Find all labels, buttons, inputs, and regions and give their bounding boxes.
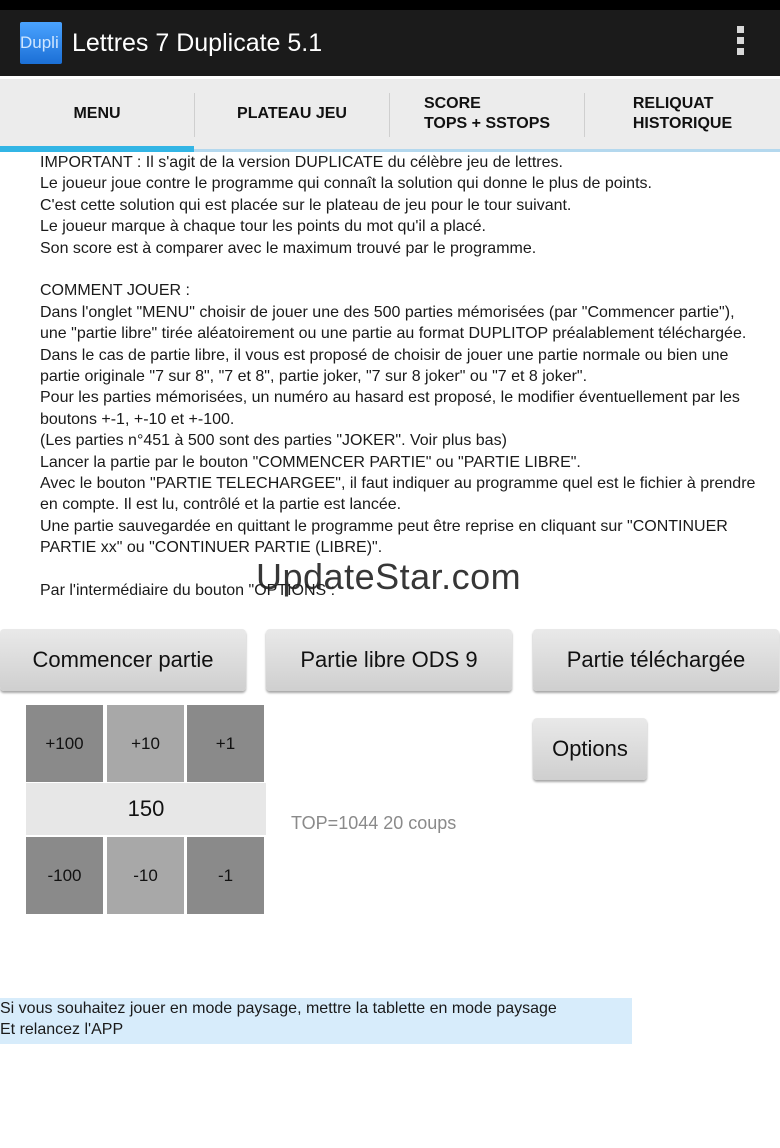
free-game-button[interactable]: Partie libre ODS 9 — [266, 629, 512, 691]
plus-10-button[interactable]: +10 — [107, 705, 184, 782]
app-icon: Dupli — [20, 22, 62, 64]
tab-reliquat[interactable]: RELIQUAT HISTORIQUE — [585, 79, 780, 149]
paragraph: C'est cette solution qui est placée sur … — [40, 196, 572, 214]
paragraph: IMPORTANT : Il s'agit de la version DUPL… — [40, 154, 563, 171]
action-bar: Dupli Lettres 7 Duplicate 5.1 — [0, 10, 780, 76]
minus-100-button[interactable]: -100 — [26, 837, 103, 914]
tab-menu[interactable]: MENU — [0, 79, 194, 152]
status-bar — [0, 0, 780, 10]
instructions-text[interactable]: IMPORTANT : Il s'agit de la version DUPL… — [40, 152, 765, 614]
paragraph: Le joueur marque à chaque tour les point… — [40, 218, 486, 236]
overflow-menu-icon[interactable] — [734, 26, 746, 60]
paragraph: Le joueur joue contre le programme qui c… — [40, 175, 652, 193]
game-number-display: 150 — [26, 783, 266, 835]
downloaded-game-button[interactable]: Partie téléchargée — [533, 629, 779, 691]
minus-1-button[interactable]: -1 — [187, 837, 264, 914]
paragraph: Dans l'onglet "MENU" choisir de jouer un… — [40, 303, 747, 343]
paragraph: Lancer la partie par le bouton "COMMENCE… — [40, 453, 581, 471]
start-game-button[interactable]: Commencer partie — [0, 629, 246, 691]
paragraph: Dans le cas de partie libre, il vous est… — [40, 346, 729, 386]
options-button[interactable]: Options — [533, 718, 647, 780]
game-number-stepper: +100 +10 +1 150 -100 -10 -1 — [26, 705, 266, 915]
landscape-notice: Si vous souhaitez jouer en mode paysage,… — [0, 998, 632, 1044]
tab-score[interactable]: SCORE TOPS + SSTOPS — [390, 79, 584, 149]
plus-1-button[interactable]: +1 — [187, 705, 264, 782]
tab-plateau-jeu[interactable]: PLATEAU JEU — [195, 79, 389, 149]
paragraph: Une partie sauvegardée en quittant le pr… — [40, 517, 728, 557]
paragraph: (Les parties n°451 à 500 sont des partie… — [40, 432, 507, 450]
minus-10-button[interactable]: -10 — [107, 837, 184, 914]
watermark: UpdateStar.com — [256, 556, 522, 597]
paragraph: Avec le bouton "PARTIE TELECHARGEE", il … — [40, 475, 756, 514]
paragraph: Pour les parties mémorisées, un numéro a… — [40, 389, 740, 428]
section-heading: COMMENT JOUER : — [40, 282, 190, 300]
app-title: Lettres 7 Duplicate 5.1 — [72, 29, 323, 57]
plus-100-button[interactable]: +100 — [26, 705, 103, 782]
top-score-info: TOP=1044 20 coups — [291, 813, 457, 833]
paragraph: Son score est à comparer avec le maximum… — [40, 239, 537, 257]
tab-bar: MENU PLATEAU JEU SCORE TOPS + SSTOPS REL… — [0, 79, 780, 152]
